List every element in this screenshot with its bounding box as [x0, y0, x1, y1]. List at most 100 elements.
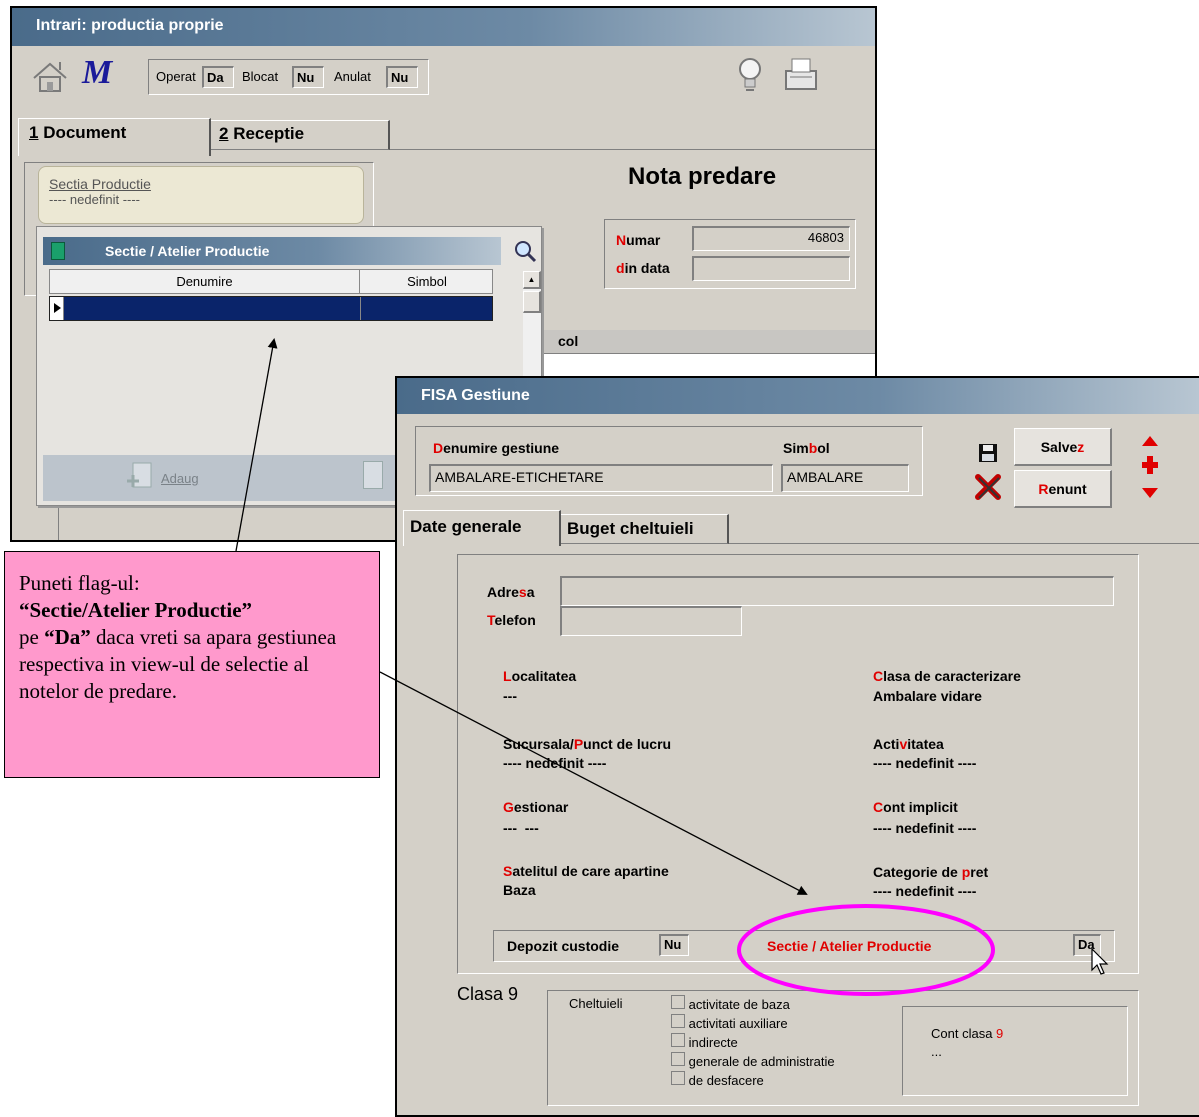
callout-body: pe “Da” daca vreti sa apara gestiunea re…: [19, 625, 337, 703]
fisa-titlebar[interactable]: FISA Gestiune: [397, 378, 1199, 414]
checkbox[interactable]: [671, 1033, 685, 1047]
printer-icon[interactable]: [782, 55, 822, 95]
numar-label: Numar: [616, 232, 661, 248]
cheltuieli-options: activitate de baza activitati auxiliare …: [671, 995, 835, 1090]
cont-implicit-label[interactable]: Cont implicit: [873, 799, 958, 815]
row-divider: [360, 297, 361, 320]
categorie-pret-label[interactable]: Categorie de pret: [873, 864, 988, 880]
save-button[interactable]: Salvez: [1014, 428, 1112, 466]
option-label: activitati auxiliare: [688, 1016, 788, 1031]
simbol-field[interactable]: AMBALARE: [781, 464, 909, 492]
nav-down-arrow-icon[interactable]: [1141, 486, 1159, 498]
gestionar-label[interactable]: Gestionar: [503, 799, 568, 815]
callout-line1: Puneti flag-ul:: [19, 571, 140, 595]
option-indirecte[interactable]: indirecte: [671, 1033, 835, 1052]
fisa-title: FISA Gestiune: [421, 387, 530, 404]
tab-receptie-label: Receptie: [228, 124, 305, 143]
sectia-productie-value: ---- nedefinit ----: [49, 192, 141, 207]
din-data-field[interactable]: [692, 256, 850, 281]
fisa-tab-underline: [729, 543, 1199, 544]
lightbulb-icon[interactable]: [734, 55, 766, 95]
main-window-titlebar[interactable]: Intrari: productia proprie: [12, 8, 875, 46]
cancel-x-icon[interactable]: [975, 474, 1001, 500]
gestionar-value: --- ---: [503, 820, 539, 836]
scroll-up-arrow[interactable]: ▲: [523, 271, 541, 289]
checkbox[interactable]: [671, 1014, 685, 1028]
numar-field[interactable]: 46803: [692, 226, 850, 251]
grid-header: col: [530, 330, 875, 354]
sectia-productie-card[interactable]: Sectia Productie ---- nedefinit ----: [38, 166, 364, 224]
activitatea-value: ---- nedefinit ----: [873, 755, 977, 771]
door-icon[interactable]: [51, 242, 65, 260]
tab-underline: [390, 149, 875, 150]
clasa-caracterizare-value: Ambalare vidare: [873, 688, 982, 704]
m-logo-icon[interactable]: M: [82, 54, 132, 94]
denumire-gestiune-label: Denumire gestiune: [433, 440, 560, 456]
operat-value[interactable]: Da: [202, 66, 234, 88]
clasa-caracterizare-label[interactable]: Clasa de caracterizare: [873, 668, 1021, 684]
satelitul-value: Baza: [503, 882, 536, 898]
adresa-field[interactable]: [560, 576, 1114, 606]
add-plus-icon[interactable]: [1142, 456, 1158, 474]
column-denumire[interactable]: Denumire: [50, 270, 360, 293]
depozit-custodie-value[interactable]: Nu: [659, 934, 689, 956]
localitatea-value: ---: [503, 688, 517, 704]
option-label: de desfacere: [688, 1073, 764, 1088]
edit-doc-icon[interactable]: [363, 461, 383, 489]
search-icon[interactable]: [513, 239, 537, 263]
checkbox[interactable]: [671, 1071, 685, 1085]
tab-date-generale[interactable]: Date generale: [403, 510, 561, 546]
categorie-pret-value: ---- nedefinit ----: [873, 883, 977, 899]
lookup-title: Sectie / Atelier Productie: [105, 243, 270, 259]
anulat-value[interactable]: Nu: [386, 66, 418, 88]
tab-date-generale-label: Date generale: [410, 517, 522, 536]
save-disk-icon[interactable]: [977, 442, 999, 464]
telefon-field[interactable]: [560, 606, 742, 636]
callout-box: Puneti flag-ul: “Sectie/Atelier Producti…: [4, 551, 380, 778]
satelitul-label[interactable]: Satelitul de care apartine: [503, 863, 669, 879]
localitatea-label[interactable]: Localitatea: [503, 668, 576, 684]
cancel-button[interactable]: Renunt: [1014, 470, 1112, 508]
add-doc-icon[interactable]: [125, 459, 155, 491]
lookup-grid-header: Denumire Simbol: [49, 269, 493, 294]
nav-up-arrow-icon[interactable]: [1141, 434, 1159, 446]
lookup-titlebar[interactable]: Sectie / Atelier Productie: [43, 237, 501, 265]
blocat-value[interactable]: Nu: [292, 66, 324, 88]
add-button-label[interactable]: Adaug: [161, 471, 199, 486]
anulat-label: Anulat: [334, 69, 371, 84]
row-indicator: [50, 297, 64, 320]
highlight-ellipse: [737, 904, 995, 996]
activitatea-label[interactable]: Activitatea: [873, 736, 944, 752]
tab-buget-cheltuieli-label: Buget cheltuieli: [567, 519, 694, 538]
tab-document-label: Document: [38, 123, 127, 142]
mouse-cursor-icon: [1091, 947, 1109, 976]
telefon-label: Telefon: [487, 612, 536, 628]
depozit-custodie-label: Depozit custodie: [507, 938, 620, 954]
tab-buget-cheltuieli[interactable]: Buget cheltuieli: [561, 514, 729, 544]
scroll-thumb[interactable]: [523, 291, 541, 313]
callout-flag-name: “Sectie/Atelier Productie”: [19, 598, 253, 622]
option-generale-administratie[interactable]: generale de administratie: [671, 1052, 835, 1071]
denumire-gestiune-field[interactable]: AMBALARE-ETICHETARE: [429, 464, 773, 492]
clasa9-title: Clasa 9: [457, 984, 519, 1004]
cont-clasa9-label[interactable]: Cont clasa 9: [931, 1026, 1003, 1041]
document-title: Nota predare: [628, 163, 777, 190]
grid-col-header: col: [558, 333, 579, 349]
tab-receptie[interactable]: 2 Receptie: [211, 120, 390, 150]
operat-label: Operat: [156, 69, 196, 84]
cheltuieli-label: Cheltuieli: [569, 996, 623, 1011]
column-simbol[interactable]: Simbol: [360, 270, 494, 293]
checkbox[interactable]: [671, 995, 685, 1009]
tab-document[interactable]: 1 Document: [18, 118, 211, 156]
din-data-label: din data: [616, 260, 670, 276]
sucursala-label[interactable]: Sucursala/Punct de lucru: [503, 736, 671, 752]
lookup-selected-row[interactable]: [49, 296, 493, 321]
sucursala-value: ---- nedefinit ----: [503, 755, 607, 771]
option-activitati-auxiliare[interactable]: activitati auxiliare: [671, 1014, 835, 1033]
option-de-desfacere[interactable]: de desfacere: [671, 1071, 835, 1090]
main-window-title: Intrari: productia proprie: [36, 17, 224, 34]
blocat-label: Blocat: [242, 69, 279, 84]
adresa-label: Adresa: [487, 584, 535, 600]
house-icon[interactable]: [30, 58, 72, 94]
checkbox[interactable]: [671, 1052, 685, 1066]
